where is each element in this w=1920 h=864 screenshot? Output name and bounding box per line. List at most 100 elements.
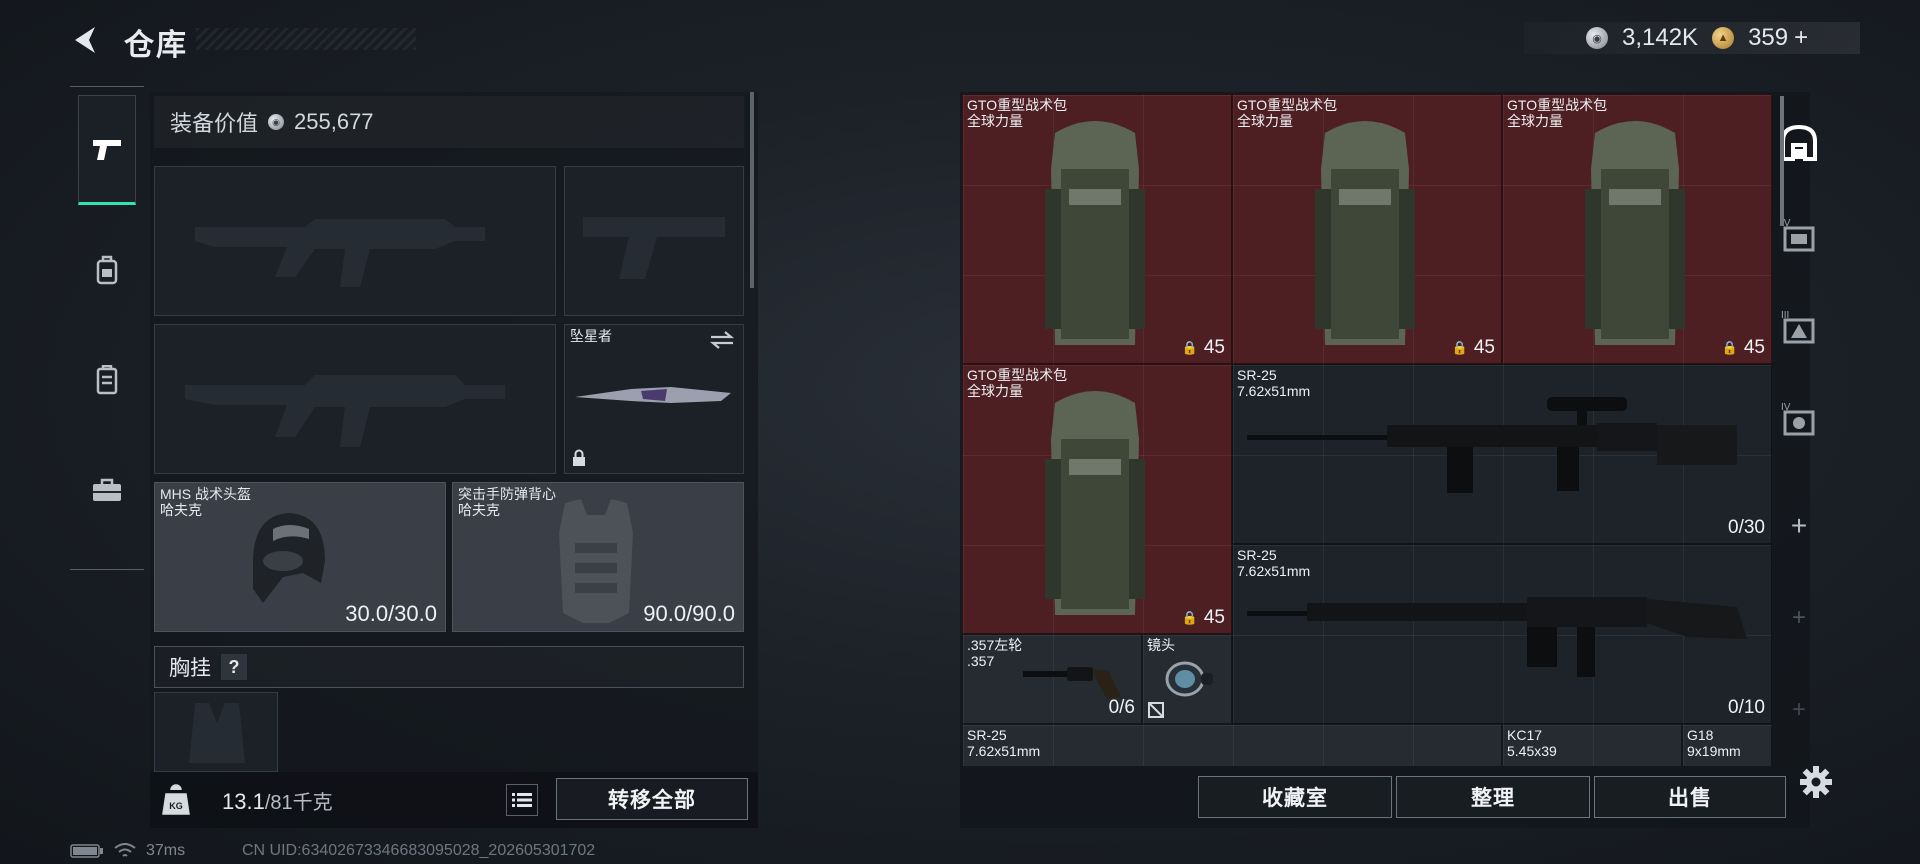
stash-item-backpack[interactable]: GTO重型战术包 全球力量 🔒 45	[1232, 94, 1502, 364]
armor-slot[interactable]: 突击手防弹背心 哈夫克 90.0/90.0	[452, 482, 744, 632]
helmet-durability: 30.0/30.0	[345, 601, 437, 626]
melee-slot[interactable]: 坠星者	[564, 324, 744, 474]
stash-item-backpack[interactable]: GTO重型战术包 全球力量 🔒 45	[962, 364, 1232, 634]
list-icon	[512, 793, 532, 807]
stash-scrollbar[interactable]	[1780, 96, 1784, 226]
stash-tabs: IV III IV + + +	[1781, 92, 1817, 828]
battery-icon	[70, 844, 103, 858]
carry-weight: 13.1/81千克	[222, 786, 333, 815]
add-currency-button[interactable]: +	[1794, 24, 1808, 52]
add-stash-tab-button-disabled: +	[1791, 696, 1806, 723]
silver-coin-icon: ◉	[1586, 27, 1608, 49]
stash-item-backpack[interactable]: GTO重型战术包 全球力量 🔒 45	[962, 94, 1232, 364]
backpack-item-icon	[1585, 121, 1685, 345]
item-count: 🔒 45	[1181, 337, 1225, 358]
item-name: 镜头	[1147, 637, 1175, 653]
user-uid: CN UID:6340267334668309502​8_20260530170…	[242, 842, 596, 859]
swap-icon[interactable]	[709, 329, 735, 351]
gear-icon	[1800, 766, 1832, 798]
ping-value: 37ms	[146, 842, 186, 859]
settings-button[interactable]	[1796, 762, 1836, 802]
unattached-icon	[1148, 702, 1164, 718]
helmet-slot[interactable]: MHS 战术头盔 哈夫克 30.0/30.0	[154, 482, 446, 632]
stash-tab-4[interactable]: IV	[1772, 388, 1826, 448]
loadout-panel: 装备价值 ◉ 255,677 坠星者 MHS 战术头盔 哈夫克 30.0/30.…	[150, 92, 758, 828]
equipment-value-row: 装备价值 ◉ 255,677	[154, 96, 744, 148]
page-title: 仓库	[124, 29, 188, 62]
nav-weapons[interactable]	[78, 95, 136, 205]
lock-icon: 🔒	[1721, 340, 1738, 355]
chest-rig-help-button[interactable]: ?	[221, 654, 247, 680]
nav-backpacks[interactable]	[78, 215, 136, 325]
backpack-item-icon	[1045, 391, 1145, 615]
tier-iii-stash-icon: III	[1781, 310, 1815, 344]
stash-item-sr25[interactable]: SR-25 7.62x51mm	[962, 724, 1502, 766]
rifle-silhouette-icon	[185, 375, 505, 447]
stash-item-sr25[interactable]: SR-25 7.62x51mm 0/30	[1232, 364, 1772, 544]
chest-rig-header: 胸挂 ?	[154, 646, 744, 688]
vest-icon	[559, 499, 633, 623]
tier-iv-gear-stash-icon: IV	[1781, 402, 1815, 436]
primary-weapon-slot-1[interactable]	[154, 166, 556, 316]
back-arrow-icon	[75, 27, 95, 53]
chest-rig-silhouette-icon	[189, 703, 245, 763]
currency-bar: ◉ 3,142K ▲ 359 +	[1524, 22, 1860, 54]
equipment-value-label: 装备价值	[170, 111, 259, 136]
stash-item-sr25[interactable]: SR-25 7.62x51mm 0/10	[1232, 544, 1772, 724]
item-count: 🔒 45	[1181, 607, 1225, 628]
sell-button[interactable]: 出售	[1594, 776, 1786, 818]
primary-weapon-slot-2[interactable]	[154, 324, 556, 474]
rifle-icon	[1247, 597, 1747, 677]
item-count: 0/6	[1108, 697, 1135, 718]
weight-icon: KG	[162, 784, 190, 815]
title-decoration	[196, 28, 416, 50]
sidearm-slot[interactable]	[564, 166, 744, 316]
back-button[interactable]	[66, 20, 106, 60]
weight-max: /81千克	[264, 792, 333, 814]
item-name: KC17 5.45x39	[1507, 727, 1557, 759]
stash-item-kc17[interactable]: KC17 5.45x39	[1502, 724, 1682, 766]
lock-icon: 🔒	[1451, 340, 1468, 355]
stash-tab-3[interactable]: III	[1772, 296, 1826, 356]
equipment-value: 255,677	[294, 109, 374, 134]
chest-rig-slot[interactable]	[154, 692, 278, 772]
nav-toolboxes[interactable]	[78, 435, 136, 545]
add-stash-tab-button[interactable]: +	[1772, 496, 1826, 556]
category-nav	[70, 86, 144, 570]
backpack-item-icon	[1045, 121, 1145, 345]
helmet-icon	[253, 513, 325, 603]
stash-item-backpack[interactable]: GTO重型战术包 全球力量 🔒 45	[1502, 94, 1772, 364]
transfer-all-button[interactable]: 转移全部	[556, 778, 748, 820]
item-name: SR-25 7.62x51mm	[967, 727, 1041, 759]
svg-text:KG: KG	[169, 801, 183, 811]
collection-room-button[interactable]: 收藏室	[1198, 776, 1392, 818]
stash-item-revolver[interactable]: .357左轮 .357 0/6	[962, 634, 1142, 724]
sniper-rifle-icon	[1247, 397, 1737, 493]
helmet-name: MHS 战术头盔 哈夫克	[160, 486, 251, 518]
silver-currency-value: 3,142K	[1622, 24, 1699, 51]
stash-item-scope-lens[interactable]: 镜头	[1142, 634, 1232, 724]
tier-iv-stash-icon: IV	[1781, 218, 1815, 252]
backpack-item-icon	[1315, 121, 1415, 345]
item-name: .357左轮 .357	[967, 637, 1023, 669]
rifle-silhouette-icon	[195, 219, 485, 287]
item-count: 0/30	[1728, 517, 1765, 538]
loadout-bottom-bar: KG 13.1/81千克 转移全部	[150, 772, 758, 828]
stash-grid: GTO重型战术包 全球力量 🔒 45 GTO重型战术包 全球力量 🔒 45 GT…	[962, 94, 1776, 766]
gold-currency-value: 359	[1748, 24, 1789, 51]
melee-name: 坠星者	[570, 328, 612, 344]
backpack-icon	[96, 255, 118, 285]
stash-panel: GTO重型战术包 全球力量 🔒 45 GTO重型战术包 全球力量 🔒 45 GT…	[960, 92, 1817, 828]
sort-button[interactable]: 整理	[1396, 776, 1590, 818]
stash-item-g18[interactable]: G18 9x19mm	[1682, 724, 1772, 766]
item-count: 0/10	[1728, 697, 1765, 718]
item-count: 🔒 45	[1451, 337, 1495, 358]
wifi-icon	[114, 843, 136, 857]
pistol-icon	[93, 140, 121, 160]
loadout-scrollbar[interactable]	[750, 92, 754, 288]
add-stash-tab-button-disabled: +	[1791, 604, 1806, 631]
list-view-button[interactable]	[506, 784, 538, 816]
lock-icon	[573, 449, 585, 466]
nav-lockers[interactable]	[78, 325, 136, 435]
lens-icon	[1165, 661, 1213, 697]
